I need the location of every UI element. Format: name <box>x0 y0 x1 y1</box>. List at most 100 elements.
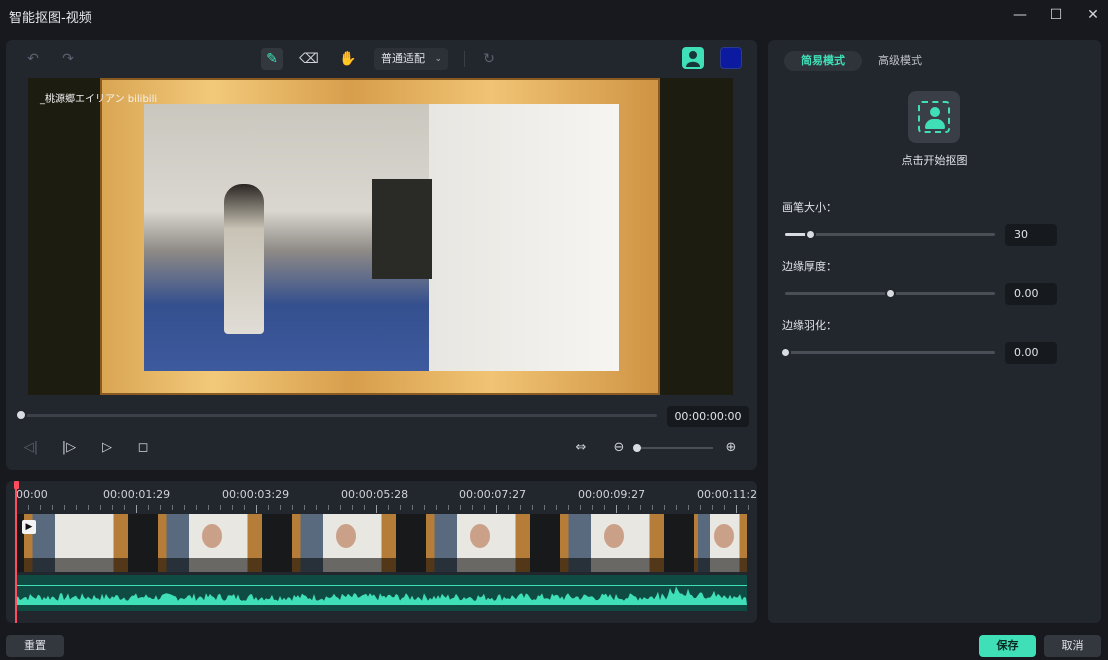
ruler-tick <box>508 505 509 510</box>
video-frame <box>100 78 660 395</box>
video-thumbnail <box>694 514 747 572</box>
ruler-tick <box>448 505 449 510</box>
ruler-tick <box>724 505 725 510</box>
ruler-tick <box>592 505 593 510</box>
playhead-handle[interactable] <box>14 481 19 489</box>
ruler-tick <box>52 505 53 510</box>
video-thumbnail <box>24 514 128 572</box>
start-cutout-label: 点击开始抠图 <box>901 154 968 167</box>
settings-panel: 简易模式 高级模式 点击开始抠图 画笔大小： 30 边缘厚度： 0.00 边缘羽… <box>768 40 1101 623</box>
undo-icon[interactable]: ↶ <box>22 48 44 70</box>
ruler-tick <box>280 505 281 510</box>
fit-mode-select[interactable]: 普通适配 ⌄ <box>374 48 448 70</box>
refresh-icon[interactable]: ↻ <box>478 48 500 70</box>
hand-icon[interactable]: ✋ <box>337 48 359 70</box>
fit-timeline-icon[interactable]: ⇔ <box>571 438 591 458</box>
next-frame-icon[interactable]: |▷ <box>59 438 79 458</box>
person-icon[interactable] <box>682 47 704 69</box>
edge-thickness-value[interactable]: 0.00 <box>1005 283 1057 305</box>
ruler-tick <box>328 505 329 510</box>
audio-waveform <box>16 586 747 605</box>
close-icon[interactable]: ✕ <box>1082 4 1104 26</box>
video-thumbnail <box>426 514 530 572</box>
zoom-out-icon[interactable]: ⊖ <box>609 438 629 458</box>
ruler-tick <box>388 505 389 510</box>
redo-icon[interactable]: ↷ <box>57 48 79 70</box>
zoom-slider[interactable] <box>637 447 713 449</box>
edge-feather-value[interactable]: 0.00 <box>1005 342 1057 364</box>
ruler-tick <box>604 505 605 510</box>
stop-icon[interactable]: ◻ <box>133 438 153 458</box>
toolbar-divider <box>464 51 465 67</box>
video-track[interactable] <box>16 514 747 572</box>
cancel-button[interactable]: 取消 <box>1044 635 1101 657</box>
ruler-tick <box>100 505 101 510</box>
ruler-tick <box>244 505 245 510</box>
ruler-tick <box>520 505 521 510</box>
video-watermark: _桃源郷エイリアン bilibili <box>40 94 158 105</box>
smart-brush-icon[interactable]: ✎ <box>261 48 283 70</box>
preview-panel: ↶ ↷ ✎ ⌫ ✋ 普通适配 ⌄ ↻ _桃源郷エイリアン bilibili 00… <box>6 40 757 470</box>
ruler-tick <box>676 505 677 510</box>
ruler-label: 00:00:01:29 <box>103 488 171 501</box>
brush-size-label: 画笔大小： <box>782 201 837 214</box>
ruler-tick <box>616 505 617 513</box>
ruler-tick <box>352 505 353 510</box>
ruler-label: 00:00 <box>16 488 48 501</box>
ruler-tick <box>64 505 65 510</box>
seek-bar[interactable] <box>21 414 657 417</box>
brush-size-thumb[interactable] <box>805 229 816 240</box>
ruler-tick <box>532 505 533 510</box>
ruler-tick <box>628 505 629 510</box>
person-cutout-icon <box>918 101 950 133</box>
ruler-tick <box>640 505 641 510</box>
zoom-in-icon[interactable]: ⊕ <box>721 438 741 458</box>
seek-thumb[interactable] <box>15 409 27 421</box>
ruler-tick <box>700 505 701 510</box>
playhead[interactable] <box>15 481 17 623</box>
ruler-tick <box>220 505 221 510</box>
reset-button[interactable]: 重置 <box>6 635 64 657</box>
prev-frame-icon[interactable]: ◁| <box>21 438 41 458</box>
ruler-tick <box>256 505 257 513</box>
ruler-tick <box>712 505 713 510</box>
ruler-tick <box>160 505 161 510</box>
ruler-tick <box>88 505 89 510</box>
ruler-tick <box>268 505 269 510</box>
ruler-tick <box>40 505 41 510</box>
ruler-tick <box>376 505 377 513</box>
ruler-label: 00:00:05:28 <box>341 488 409 501</box>
clip-play-icon[interactable]: ▶ <box>22 520 36 534</box>
video-thumbnail <box>560 514 664 572</box>
zoom-thumb[interactable] <box>633 444 641 452</box>
minimize-icon[interactable]: — <box>1009 4 1031 26</box>
start-cutout-button[interactable] <box>908 91 960 143</box>
maximize-icon[interactable]: ☐ <box>1045 4 1067 26</box>
brush-size-slider[interactable] <box>785 233 995 236</box>
timecode-display: 00:00:00:00 <box>667 406 749 427</box>
ruler-tick <box>208 505 209 510</box>
ruler-tick <box>148 505 149 510</box>
edge-feather-label: 边缘羽化： <box>782 319 837 332</box>
save-button[interactable]: 保存 <box>979 635 1036 657</box>
audio-track[interactable] <box>16 575 747 611</box>
tab-advanced-mode[interactable]: 高级模式 <box>870 51 930 71</box>
tab-simple-mode[interactable]: 简易模式 <box>784 51 862 71</box>
edge-thickness-thumb[interactable] <box>885 288 896 299</box>
ruler-tick <box>136 505 137 513</box>
ruler-tick <box>364 505 365 510</box>
brush-size-value[interactable]: 30 <box>1005 224 1057 246</box>
timeline-panel[interactable]: 00:00 00:00:01:29 00:00:03:29 00:00:05:2… <box>6 481 757 623</box>
eraser-icon[interactable]: ⌫ <box>298 48 320 70</box>
waveform-shape <box>16 586 747 605</box>
ruler-tick <box>172 505 173 510</box>
ruler-tick <box>484 505 485 510</box>
edge-feather-thumb[interactable] <box>780 347 791 358</box>
ruler-label: 00:00:09:27 <box>578 488 646 501</box>
edge-thickness-label: 边缘厚度： <box>782 260 837 273</box>
ruler-tick <box>496 505 497 513</box>
play-icon[interactable]: ▷ <box>97 438 117 458</box>
mask-color-swatch[interactable] <box>720 47 742 69</box>
ruler-tick <box>232 505 233 510</box>
edge-feather-slider[interactable] <box>785 351 995 354</box>
